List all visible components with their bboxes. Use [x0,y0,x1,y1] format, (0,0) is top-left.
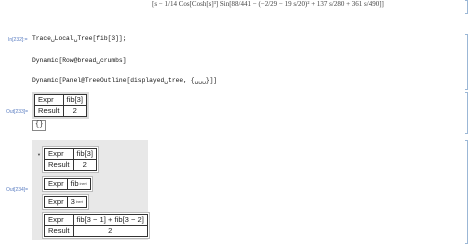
node-value: fib[3] [72,148,98,160]
node-key: Expr [44,178,68,190]
tree-node-sum[interactable]: Expr fib[3 − 1] + fib[3 − 2] Result 2 [42,212,150,239]
node-value: fibinert [66,178,91,190]
cell-bracket[interactable] [465,34,468,90]
node-value: 2 [72,159,98,171]
expand-toggle-icon[interactable]: ▼ [37,152,41,157]
input-line-3[interactable]: Dynamic[Panel@TreeOutline[displayed␣tree… [32,77,217,84]
inert-tag: inert [75,200,83,204]
breadcrumbs-grid: Expr fib[3] Result 2 [32,92,89,119]
grid-key: Result [34,105,64,117]
node-key: Result [44,225,74,237]
node-key: Expr [44,148,74,160]
grid-value: fib[3] [62,94,88,106]
cell-bracket[interactable] [465,0,468,14]
tree-node-fib[interactable]: Expr fibinert [42,176,93,192]
cell-bracket[interactable] [465,140,468,244]
input-line-2[interactable]: Dynamic[Row@bread␣crumbs] [32,57,126,64]
cell-bracket[interactable] [465,92,468,134]
output-label: Out[233]= [6,109,29,115]
empty-list: {} [32,120,47,131]
tree-outline-panel: ▼ Expr fib[3] Result 2 Expr fibinert Exp… [32,140,150,240]
node-value: fib[3 − 1] + fib[3 − 2] [72,214,148,226]
tree-node-3[interactable]: Expr 3inert [42,194,89,210]
node-key: Expr [44,214,74,226]
inert-tag: inert [79,182,87,186]
node-key: Expr [44,196,68,208]
node-key: Result [44,159,74,171]
node-value: 2 [72,225,148,237]
node-value: 3inert [66,196,87,208]
formula-text: [s − 1/14 Cos[Cosh[s]³] Sin[88/441 − (−2… [152,0,384,8]
grid-key: Expr [34,94,64,106]
input-line-1[interactable]: Trace␣Local␣Tree[fib[3]]; [32,35,127,42]
output-label: Out[234]= [6,187,29,193]
tree-node-root[interactable]: Expr fib[3] Result 2 [42,146,99,173]
grid-value: 2 [62,105,88,117]
input-label: In[232]:= [8,37,28,43]
previous-output-formula: [s − 1/14 Cos[Cosh[s]³] Sin[88/441 − (−2… [152,0,442,9]
